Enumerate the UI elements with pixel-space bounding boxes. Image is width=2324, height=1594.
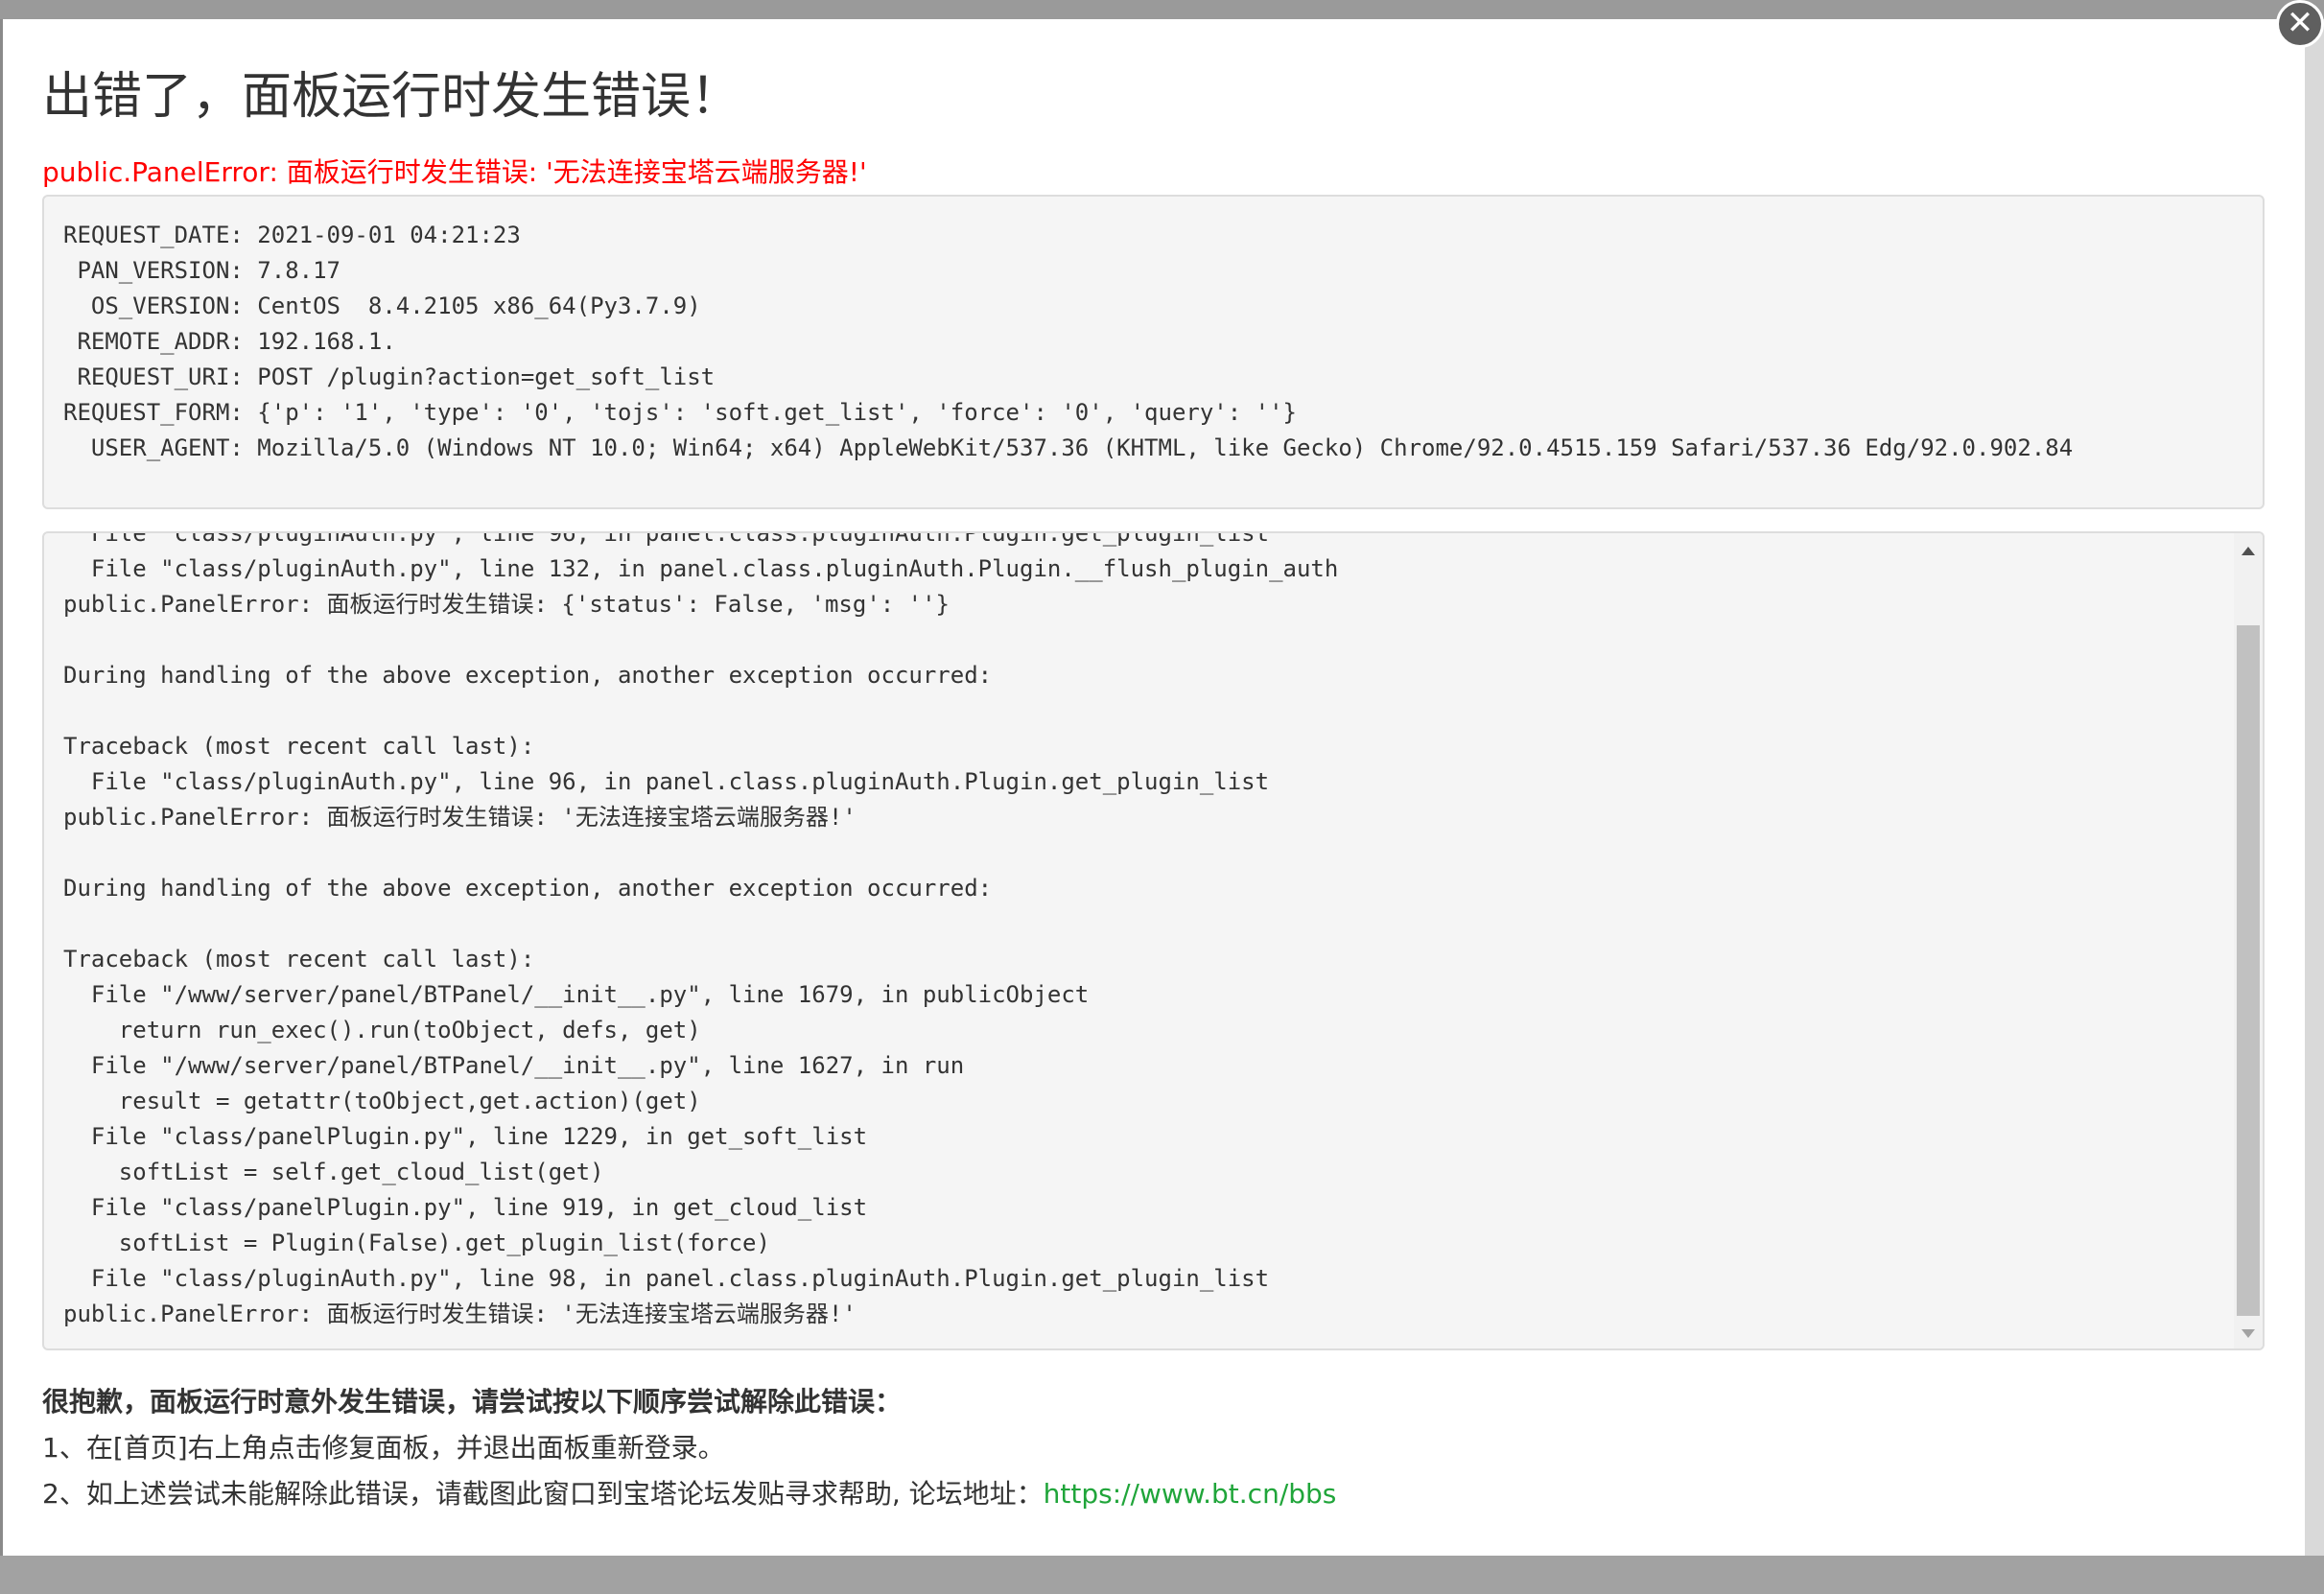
traceback-line: Traceback (most recent call last): (63, 946, 535, 973)
traceback-line: Traceback (most recent call last): (63, 733, 535, 760)
info-row-user-agent: USER_AGENT: Mozilla/5.0 (Windows NT 10.0… (63, 434, 2074, 461)
traceback-line: During handling of the above exception, … (63, 875, 993, 902)
traceback-line: During handling of the above exception, … (63, 662, 993, 689)
traceback-scrollbar[interactable] (2234, 533, 2263, 1348)
forum-link[interactable]: https://www.bt.cn/bbs (1044, 1478, 1337, 1510)
error-summary: public.PanelError: 面板运行时发生错误: '无法连接宝塔云端服… (42, 156, 867, 188)
traceback-line: public.PanelError: 面板运行时发生错误: {'status':… (63, 591, 951, 618)
help-step-2: 2、如上述尝试未能解除此错误，请截图此窗口到宝塔论坛发贴寻求帮助, 论坛地址：h… (42, 1473, 1336, 1512)
traceback-line: File "class/pluginAuth.py", line 96, in … (63, 531, 1270, 547)
help-heading: 很抱歉，面板运行时意外发生错误，请尝试按以下顺序尝试解除此错误： (42, 1386, 903, 1418)
overlay-backdrop-right (2305, 19, 2324, 1556)
traceback-line: softList = self.get_cloud_list(get) (63, 1159, 604, 1185)
traceback-line: File "/www/server/panel/BTPanel/__init__… (63, 981, 1090, 1008)
info-row-request-form: REQUEST_FORM: {'p': '1', 'type': '0', 't… (63, 399, 1297, 426)
error-dialog: 出错了，面板运行时发生错误！ public.PanelError: 面板运行时发… (3, 19, 2305, 1556)
traceback-line: File "class/panelPlugin.py", line 919, i… (63, 1194, 868, 1221)
traceback-line: return run_exec().run(toObject, defs, ge… (63, 1017, 701, 1043)
traceback-line: File "class/panelPlugin.py", line 1229, … (63, 1123, 868, 1150)
close-icon[interactable]: ✕ (2276, 0, 2324, 48)
traceback-line: public.PanelError: 面板运行时发生错误: '无法连接宝塔云端服… (63, 1301, 857, 1327)
traceback-line: softList = Plugin(False).get_plugin_list… (63, 1230, 770, 1256)
scroll-down-arrow-icon[interactable] (2242, 1329, 2255, 1338)
help-step-2-text: 2、如上述尝试未能解除此错误，请截图此窗口到宝塔论坛发贴寻求帮助, 论坛地址： (42, 1478, 1044, 1510)
info-row-remote-addr: REMOTE_ADDR: 192.168.1. (63, 328, 396, 355)
info-row-pan-version: PAN_VERSION: 7.8.17 (63, 257, 340, 284)
traceback-line: File "/www/server/panel/BTPanel/__init__… (63, 1052, 965, 1079)
scroll-thumb[interactable] (2237, 625, 2260, 1316)
scroll-up-arrow-icon[interactable] (2242, 547, 2255, 555)
info-row-os-version: OS_VERSION: CentOS 8.4.2105 x86_64(Py3.7… (63, 293, 701, 319)
help-step-1: 1、在[首页]右上角点击修复面板，并退出面板重新登录。 (42, 1432, 725, 1464)
traceback-line: File "class/pluginAuth.py", line 132, in… (63, 555, 1339, 582)
traceback-panel[interactable]: File "class/pluginAuth.py", line 96, in … (42, 531, 2265, 1350)
traceback-line: File "class/pluginAuth.py", line 98, in … (63, 1265, 1270, 1292)
dialog-title: 出错了，面板运行时发生错误！ (42, 68, 741, 126)
info-row-request-uri: REQUEST_URI: POST /plugin?action=get_sof… (63, 363, 716, 390)
info-row-request-date: REQUEST_DATE: 2021-09-01 04:21:23 (63, 222, 521, 248)
traceback-line: File "class/pluginAuth.py", line 96, in … (63, 768, 1270, 795)
request-info-panel: REQUEST_DATE: 2021-09-01 04:21:23 PAN_VE… (42, 195, 2265, 509)
overlay-backdrop-bottom (0, 1556, 2324, 1594)
overlay-backdrop-top (0, 0, 2324, 19)
traceback-line: result = getattr(toObject,get.action)(ge… (63, 1088, 701, 1114)
traceback-line: public.PanelError: 面板运行时发生错误: '无法连接宝塔云端服… (63, 804, 857, 831)
